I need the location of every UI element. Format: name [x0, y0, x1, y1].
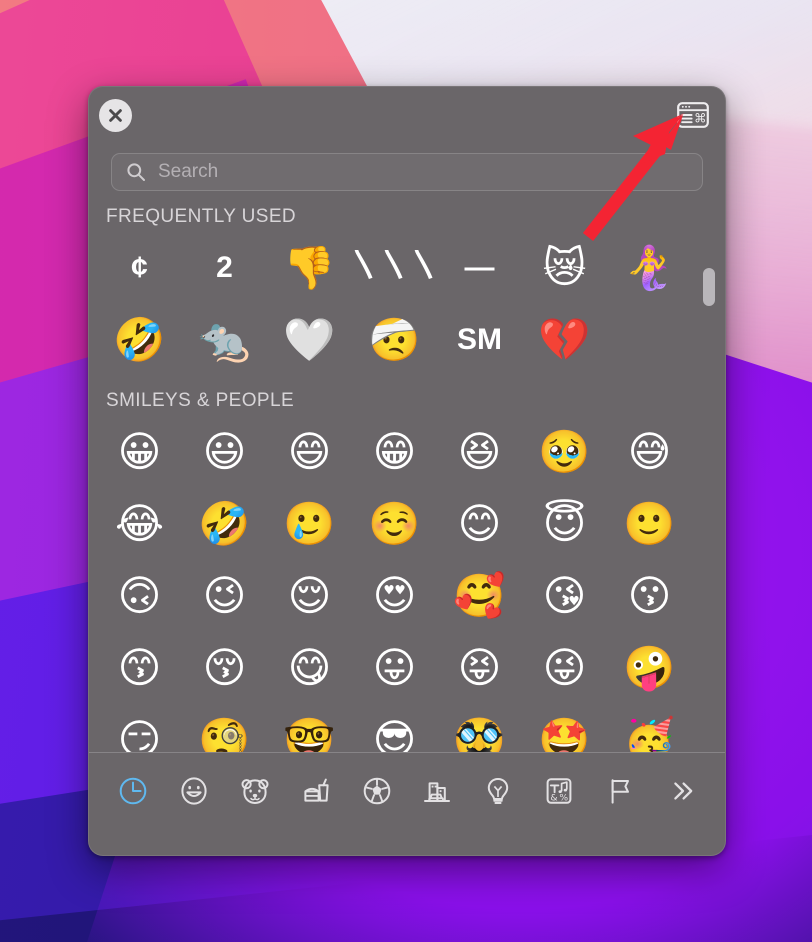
search-field[interactable] [111, 153, 703, 191]
emoji-cell-kissing-face-closed-eyes[interactable]: 😚 [182, 632, 267, 704]
bear-icon [241, 779, 269, 805]
emoji-cell-white-heart[interactable]: 🤍 [267, 304, 352, 376]
close-x-icon [109, 109, 122, 122]
emoji-scroll-area[interactable]: FREQUENTLY USED ¢ 2 👎 〵〵〵 — 😿 🧜‍♀️ 🤣 🐀 🤍 🤕 SM 💔 SMILEY… [89, 206, 725, 752]
emoji-cell-smiling-face-with-tear[interactable]: 🥲 [267, 488, 352, 560]
svg-text:&: & [550, 792, 557, 803]
section-title: FREQUENTLY USED [106, 206, 297, 227]
emoji-cell-smiling-face-with-halo[interactable]: 😇 [522, 488, 607, 560]
emoji-cell-partying-face[interactable]: 🥳 [607, 704, 692, 753]
emoji-cell-grinning-face-big-eyes[interactable]: 😃 [182, 416, 267, 488]
category-button-smileys[interactable] [164, 767, 225, 815]
category-button-objects[interactable] [468, 767, 529, 815]
emoji-cell-winking-face[interactable]: 😉 [182, 560, 267, 632]
emoji-cell-slightly-smiling-face[interactable]: 🙂 [607, 488, 692, 560]
category-button-more[interactable] [650, 767, 711, 815]
emoji-cell-kissing-face[interactable]: 😗 [607, 560, 692, 632]
category-button-animals[interactable] [225, 767, 286, 815]
category-button-food[interactable] [285, 767, 346, 815]
window-command-icon: ⌘ [677, 102, 709, 128]
food-drink-icon [304, 778, 329, 802]
emoji-cell-smiling-face-with-heart-eyes[interactable]: 😍 [352, 560, 437, 632]
emoji-cell-beaming-face[interactable]: 😁 [352, 416, 437, 488]
emoji-cell-squinting-face-with-tongue[interactable]: 😝 [437, 632, 522, 704]
emoji-cell-mermaid[interactable]: 🧜‍♀️ [607, 232, 692, 304]
emoji-cell-face-with-tongue[interactable]: 😛 [352, 632, 437, 704]
character-viewer-panel: ⌘ FREQUENTLY USED¢2👎〵〵〵—😿🧜‍♀️🤣🐀🤍🤕SM💔SMIL… [88, 86, 726, 856]
emoji-grid: 😀 😃 😄 😁 😆 🥹 😅 😂 🤣 🥲 ☺️ 😊 😇 🙂 🙃 😉 😌 😍 🥰 😘 😗 😙 😚 😋 😛 😝 😜 🤪 😏 🧐 🤓 😎 🥸 🤩 🥳 [89, 416, 725, 753]
emoji-cell-smiling-face[interactable]: ☺️ [352, 488, 437, 560]
emoji-cell-diagonal-strokes[interactable]: 〵〵〵 [350, 232, 440, 304]
scrollbar-track[interactable] [702, 206, 716, 752]
search-row [89, 153, 725, 191]
emoji-cell-smirking-face[interactable]: 😏 [97, 704, 182, 753]
close-button[interactable] [99, 99, 132, 132]
category-button-recents[interactable] [103, 767, 164, 815]
flag-icon [611, 779, 629, 804]
svg-text:%: % [559, 792, 568, 803]
emoji-cell-broken-heart[interactable]: 💔 [522, 304, 607, 376]
emoji-cell-grinning-face[interactable]: 😀 [97, 416, 182, 488]
emoji-cell-rolling-on-floor-laughing[interactable]: 🤣 [182, 488, 267, 560]
soccer-ball-icon [363, 777, 390, 805]
emoji-cell-face-savoring-food[interactable]: 😋 [267, 632, 352, 704]
emoji-cell-smiling-face-smiling-eyes[interactable]: 😊 [437, 488, 522, 560]
emoji-cell-rolling-on-floor-laughing[interactable]: 🤣 [97, 304, 182, 376]
emoji-grid: ¢ 2 👎 〵〵〵 — 😿 🧜‍♀️ 🤣 🐀 🤍 🤕 SM 💔 [89, 232, 725, 376]
emoji-cell-smiling-face-with-hearts[interactable]: 🥰 [437, 560, 522, 632]
clock-icon [120, 777, 147, 805]
search-icon [127, 163, 145, 181]
chevron-double-right-icon [673, 782, 692, 800]
emoji-sections-container: FREQUENTLY USED ¢ 2 👎 〵〵〵 — 😿 🧜‍♀️ 🤣 🐀 🤍 🤕 SM 💔 SMILEY… [89, 206, 725, 752]
emoji-cell-face-with-tears-of-joy[interactable]: 😂 [97, 488, 182, 560]
scrollbar-thumb[interactable] [703, 268, 715, 306]
emoji-cell-disguised-face[interactable]: 🥸 [437, 704, 522, 753]
category-button-travel[interactable] [407, 767, 468, 815]
smiley-icon [181, 777, 207, 805]
emoji-cell-face-blowing-a-kiss[interactable]: 😘 [522, 560, 607, 632]
emoji-cell-grinning-face-smiling-eyes[interactable]: 😄 [267, 416, 352, 488]
emoji-cell-grinning-squinting-face[interactable]: 😆 [437, 416, 522, 488]
symbols-icon: & % [546, 778, 572, 804]
emoji-cell-smiling-face-with-sunglasses[interactable]: 😎 [352, 704, 437, 753]
svg-text:⌘: ⌘ [694, 110, 707, 125]
category-button-activity[interactable] [346, 767, 407, 815]
emoji-cell-kissing-face-smiling-eyes[interactable]: 😙 [97, 632, 182, 704]
emoji-cell-winking-face-with-tongue[interactable]: 😜 [522, 632, 607, 704]
emoji-cell-thumbs-down[interactable]: 👎 [267, 232, 352, 304]
emoji-cell-relieved-face[interactable]: 😌 [267, 560, 352, 632]
section-title: SMILEYS & PEOPLE [106, 390, 295, 411]
emoji-cell-upside-down-face[interactable]: 🙃 [97, 560, 182, 632]
category-button-flags[interactable] [589, 767, 650, 815]
emoji-cell-cent-sign[interactable]: ¢ [97, 232, 182, 304]
category-button-symbols[interactable]: & % [529, 767, 590, 815]
emoji-cell-star-struck[interactable]: 🤩 [522, 704, 607, 753]
emoji-cell-zany-face[interactable]: 🤪 [607, 632, 692, 704]
search-input[interactable] [158, 154, 702, 190]
emoji-cell-service-mark[interactable]: SM [437, 304, 522, 376]
emoji-cell-face-holding-back-tears[interactable]: 🥹 [522, 416, 607, 488]
emoji-cell-face-with-head-bandage[interactable]: 🤕 [352, 304, 437, 376]
emoji-cell-face-with-monocle[interactable]: 🧐 [182, 704, 267, 753]
emoji-cell-em-dash[interactable]: — [437, 232, 522, 304]
category-bar: & % [89, 753, 725, 829]
panel-header: ⌘ [89, 87, 725, 149]
lightbulb-icon [487, 778, 509, 804]
emoji-cell-rat[interactable]: 🐀 [182, 304, 267, 376]
emoji-cell-grinning-face-with-sweat[interactable]: 😅 [607, 416, 692, 488]
emoji-cell-crying-cat[interactable]: 😿 [522, 232, 607, 304]
buildings-car-icon [424, 782, 451, 802]
detach-window-button[interactable]: ⌘ [677, 102, 709, 128]
emoji-cell-digit-two[interactable]: 2 [182, 232, 267, 304]
emoji-cell-nerd-face[interactable]: 🤓 [267, 704, 352, 753]
